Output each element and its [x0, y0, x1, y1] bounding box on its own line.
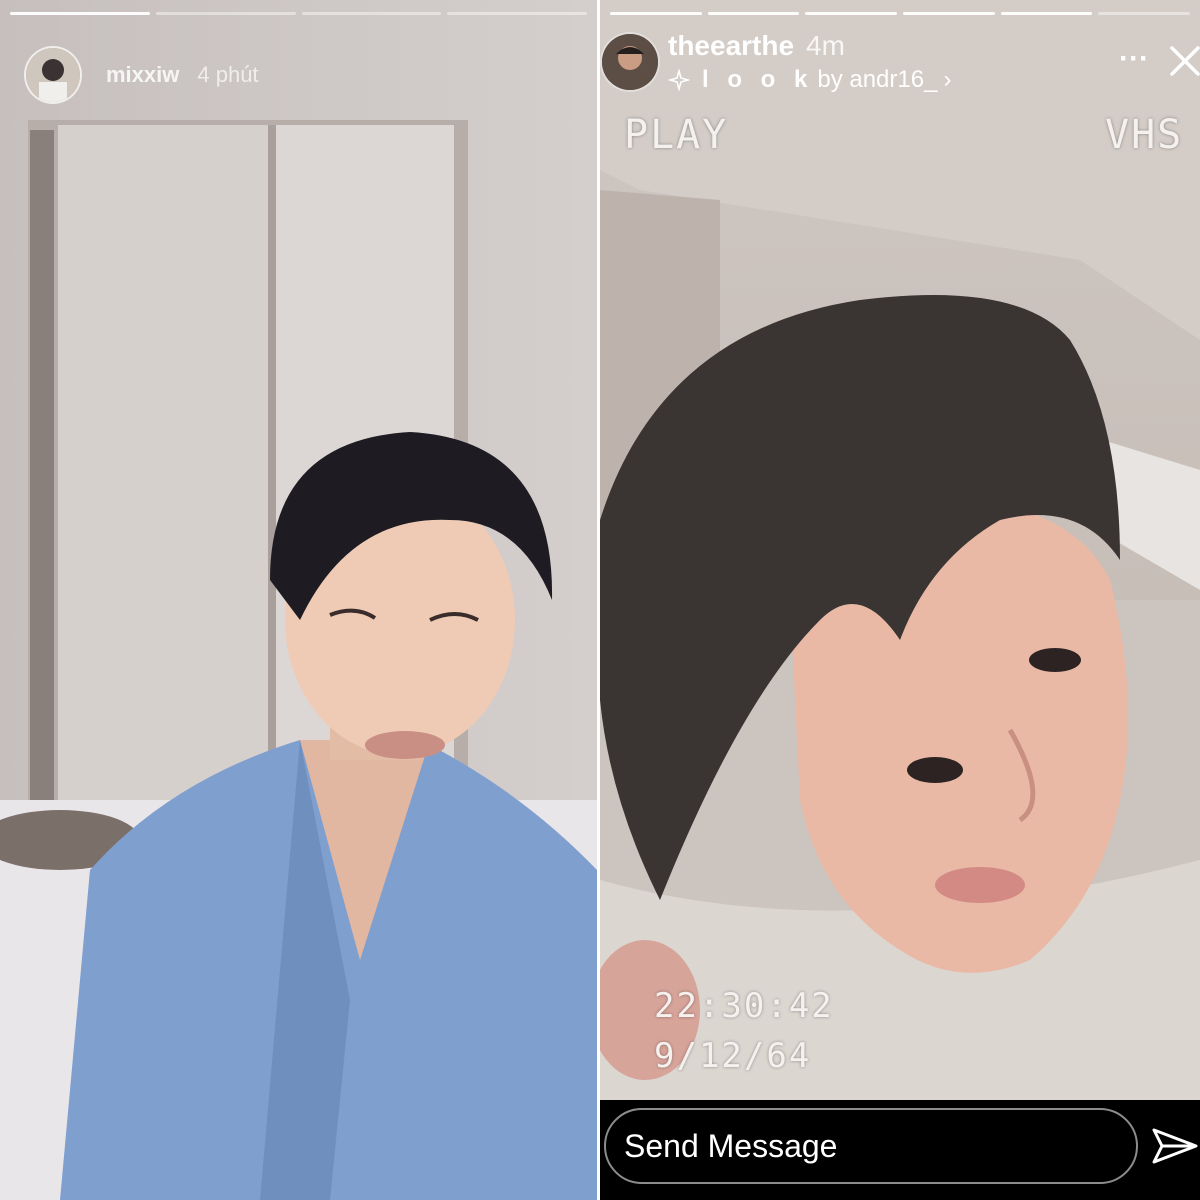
right-story: theearthe 4m l o o k by andr16_ › ··· PL… — [600, 0, 1200, 1200]
progress-segment — [301, 12, 442, 15]
avatar-image — [26, 48, 80, 102]
progress-segment — [610, 12, 702, 15]
more-options-icon[interactable]: ··· — [1112, 42, 1156, 75]
progress-segment — [1098, 12, 1191, 15]
post-time: 4 phút — [197, 62, 259, 87]
avatar[interactable] — [24, 46, 82, 104]
send-message-input[interactable]: Send Message — [604, 1108, 1138, 1184]
progress-segment — [903, 12, 995, 15]
message-bar: Send Message — [600, 1100, 1200, 1200]
split-screenshot: mixxiw 4 phút theearthe 4m l o o k by an… — [0, 0, 1200, 1200]
vhs-date: 9/12/64 — [654, 1036, 812, 1076]
username[interactable]: mixxiw — [106, 62, 179, 88]
right-progress-bar — [610, 12, 1191, 15]
paper-plane-icon[interactable] — [1150, 1126, 1200, 1170]
left-story: mixxiw 4 phút — [0, 0, 597, 1200]
filter-attribution[interactable]: l o o k by andr16_ › — [668, 66, 951, 94]
chevron-right-icon: › — [943, 66, 952, 93]
progress-segment — [155, 12, 296, 15]
progress-segment — [805, 12, 898, 15]
vhs-play-label: PLAY — [624, 112, 729, 158]
progress-segment — [447, 12, 587, 15]
progress-segment — [1000, 12, 1093, 15]
more-options-label: ··· — [1119, 42, 1149, 75]
left-progress-bar — [10, 12, 587, 15]
avatar-image — [602, 34, 658, 90]
close-icon[interactable] — [1168, 42, 1200, 80]
right-story-header: theearthe 4m l o o k by andr16_ › — [600, 30, 951, 94]
sparkle-icon — [668, 69, 690, 91]
post-time: 4m — [806, 30, 845, 61]
close-glyph — [1170, 46, 1200, 76]
progress-segment — [10, 12, 150, 15]
avatar[interactable] — [600, 32, 660, 92]
left-story-photo — [0, 0, 597, 1200]
vhs-format-label: VHS — [1105, 112, 1184, 158]
send-message-placeholder: Send Message — [624, 1127, 838, 1164]
vhs-clock: 22:30:42 — [654, 986, 834, 1026]
username[interactable]: theearthe — [668, 30, 794, 62]
progress-segment — [707, 12, 800, 15]
filter-name: l o o k — [702, 66, 814, 93]
left-story-header: mixxiw 4 phút — [24, 46, 259, 104]
filter-author: by andr16_ — [817, 66, 938, 93]
